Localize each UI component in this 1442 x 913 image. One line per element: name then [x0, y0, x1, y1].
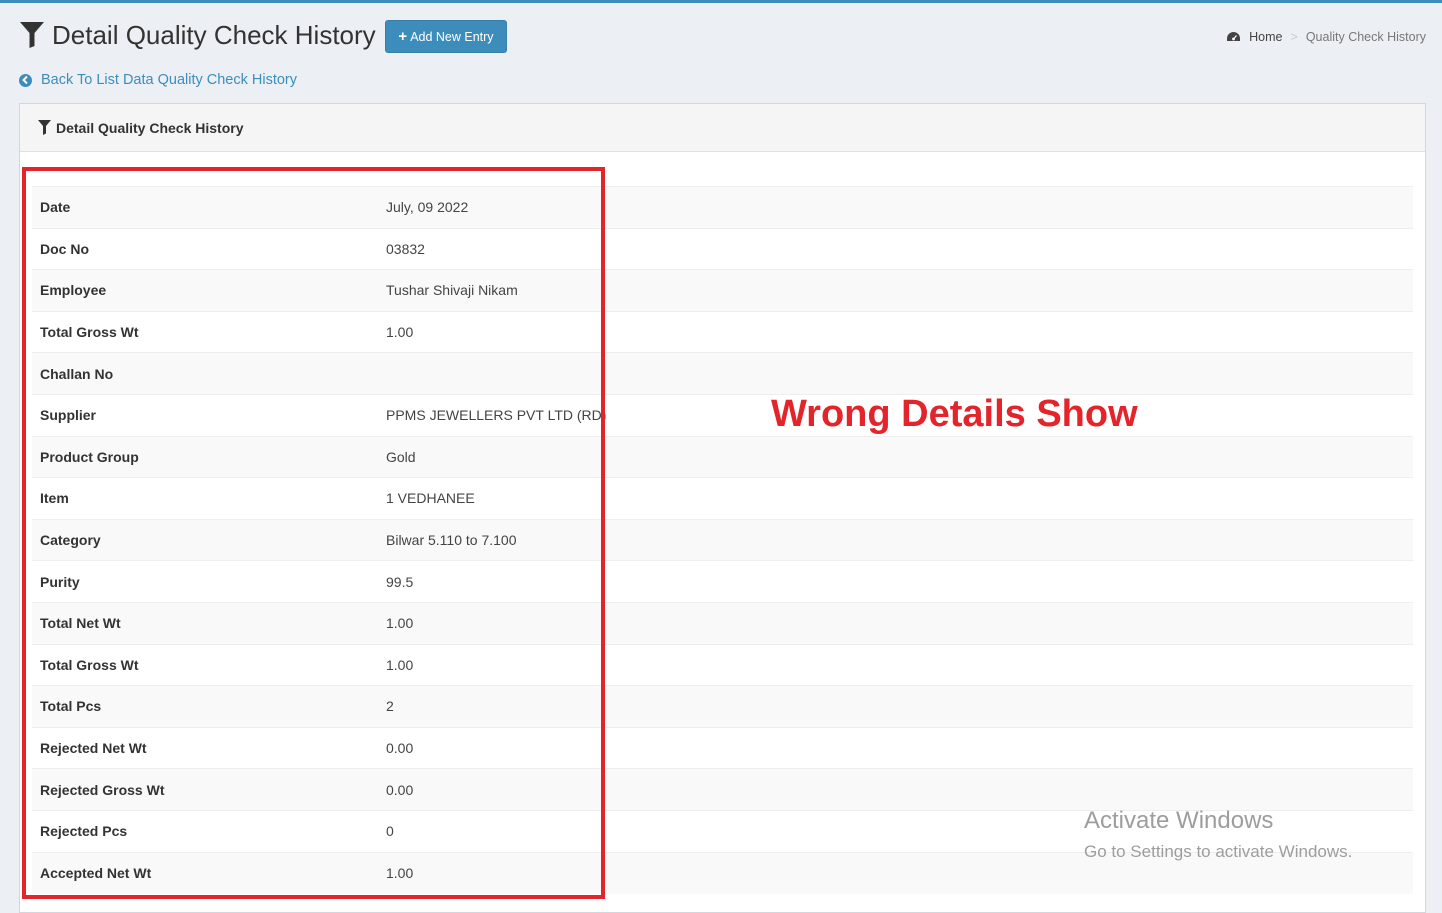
detail-row: Total Gross Wt 1.00 — [32, 643, 1413, 686]
page-title: Detail Quality Check History — [20, 18, 376, 52]
detail-row: Product Group Gold — [32, 435, 1413, 478]
breadcrumb-home[interactable]: Home — [1226, 30, 1283, 44]
detail-label: Total Pcs — [32, 685, 378, 728]
detail-label: Item — [32, 477, 378, 520]
detail-row: Challan No — [32, 352, 1413, 395]
panel-title: Detail Quality Check History — [56, 119, 244, 136]
detail-row: Total Pcs 2 — [32, 685, 1413, 728]
detail-value: 0.00 — [378, 768, 1413, 811]
detail-value: 1 VEDHANEE — [378, 477, 1413, 520]
filter-icon — [20, 22, 44, 48]
detail-value: 1.00 — [378, 601, 1413, 645]
detail-row: Category Bilwar 5.110 to 7.100 — [32, 518, 1413, 561]
detail-label: Employee — [32, 269, 378, 312]
detail-label: Purity — [32, 560, 378, 603]
detail-value: Tushar Shivaji Nikam — [378, 269, 1413, 312]
detail-value: 03832 — [378, 227, 1413, 270]
annotation-text: Wrong Details Show — [771, 393, 1138, 435]
plus-icon: + — [398, 28, 408, 45]
watermark-subtitle: Go to Settings to activate Windows. — [1084, 842, 1353, 861]
detail-label: Accepted Net Wt — [32, 851, 378, 894]
detail-value: 1.00 — [378, 310, 1413, 353]
breadcrumb: Home > Quality Check History — [1226, 28, 1426, 46]
detail-label: Total Gross Wt — [32, 643, 378, 686]
detail-label: Total Gross Wt — [32, 310, 378, 353]
detail-value: 2 — [378, 685, 1413, 728]
detail-value: July, 09 2022 — [378, 186, 1413, 229]
detail-label: Category — [32, 518, 378, 561]
watermark-title: Activate Windows — [1084, 807, 1274, 834]
detail-label: Rejected Gross Wt — [32, 768, 378, 811]
detail-value — [378, 352, 1413, 395]
detail-row: Rejected Net Wt 0.00 — [32, 726, 1413, 769]
add-new-entry-label: Add New Entry — [410, 29, 494, 44]
filter-icon — [38, 120, 51, 135]
page-title-text: Detail Quality Check History — [52, 19, 376, 50]
panel-header: Detail Quality Check History — [20, 104, 1425, 152]
breadcrumb-separator: > — [1290, 30, 1298, 44]
detail-label: Challan No — [32, 352, 378, 395]
add-new-entry-button[interactable]: + Add New Entry — [385, 20, 507, 53]
dashboard-icon — [1227, 32, 1241, 41]
back-to-list-link[interactable]: Back To List Data Quality Check History — [19, 71, 297, 89]
detail-row: Doc No 03832 — [32, 227, 1413, 270]
windows-activation-watermark: Activate Windows Go to Settings to activ… — [1084, 806, 1352, 864]
detail-label: Rejected Net Wt — [32, 726, 378, 769]
detail-row: Employee Tushar Shivaji Nikam — [32, 269, 1413, 312]
detail-value: 99.5 — [378, 560, 1413, 603]
detail-row: Date July, 09 2022 — [32, 186, 1413, 229]
back-to-list-label: Back To List Data Quality Check History — [41, 72, 297, 88]
detail-label: Doc No — [32, 227, 378, 270]
detail-row: Total Net Wt 1.00 — [32, 601, 1413, 645]
detail-row: Supplier PPMS JEWELLERS PVT LTD (RD) — [32, 393, 1413, 437]
detail-value: Bilwar 5.110 to 7.100 — [378, 518, 1413, 561]
detail-label: Product Group — [32, 435, 378, 478]
detail-label: Rejected Pcs — [32, 809, 378, 852]
breadcrumb-current: Quality Check History — [1305, 30, 1426, 44]
breadcrumb-home-label: Home — [1249, 30, 1283, 44]
detail-label: Date — [32, 186, 378, 229]
detail-row: Total Gross Wt 1.00 — [32, 310, 1413, 353]
detail-value: 1.00 — [378, 643, 1413, 686]
top-accent-bar — [0, 0, 1442, 3]
detail-table: Date July, 09 2022 Doc No 03832 Employee Tush… — [32, 186, 1413, 894]
detail-row: Rejected Gross Wt 0.00 — [32, 768, 1413, 811]
detail-row: Purity 99.5 — [32, 560, 1413, 603]
detail-value: Gold — [378, 435, 1413, 478]
detail-value: 0.00 — [378, 726, 1413, 769]
detail-row: Item 1 VEDHANEE — [32, 477, 1413, 520]
detail-label: Supplier — [32, 393, 378, 437]
detail-label: Total Net Wt — [32, 601, 378, 645]
chevron-circle-left-icon — [19, 73, 32, 87]
